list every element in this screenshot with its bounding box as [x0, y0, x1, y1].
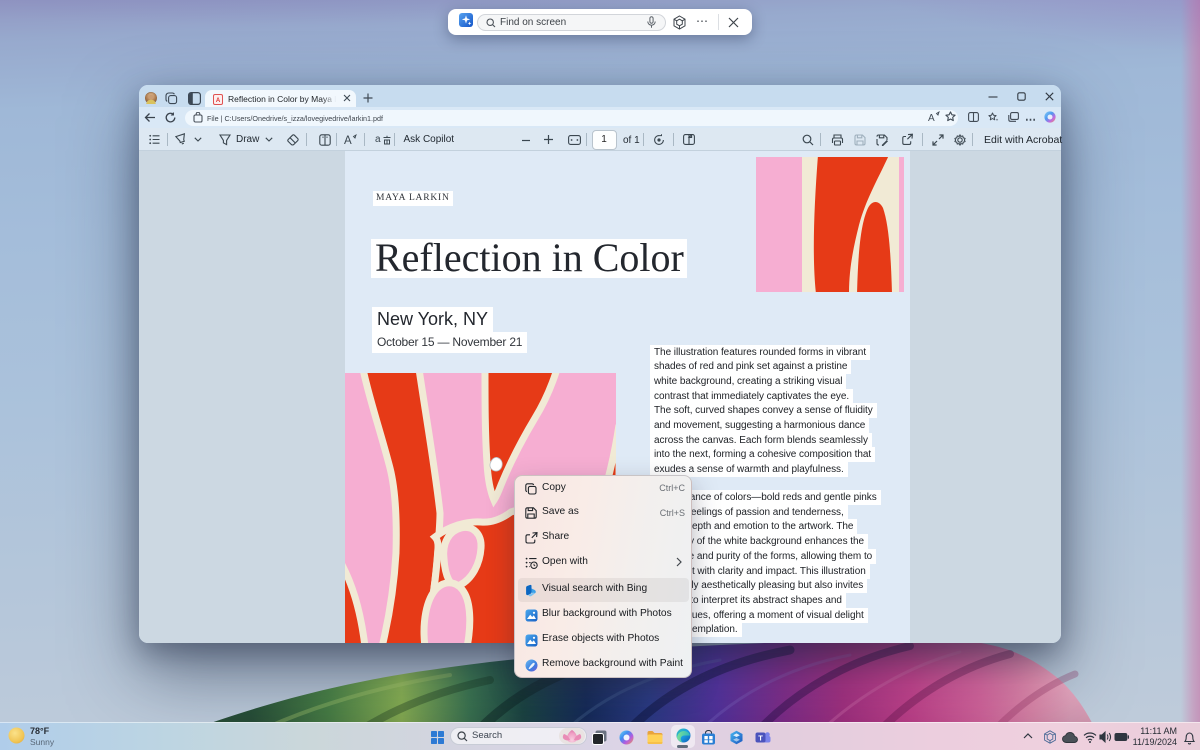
svg-text:A: A: [928, 113, 935, 123]
svg-text:A: A: [216, 98, 221, 104]
svg-text:T: T: [758, 734, 763, 743]
svg-text:A: A: [344, 135, 352, 146]
